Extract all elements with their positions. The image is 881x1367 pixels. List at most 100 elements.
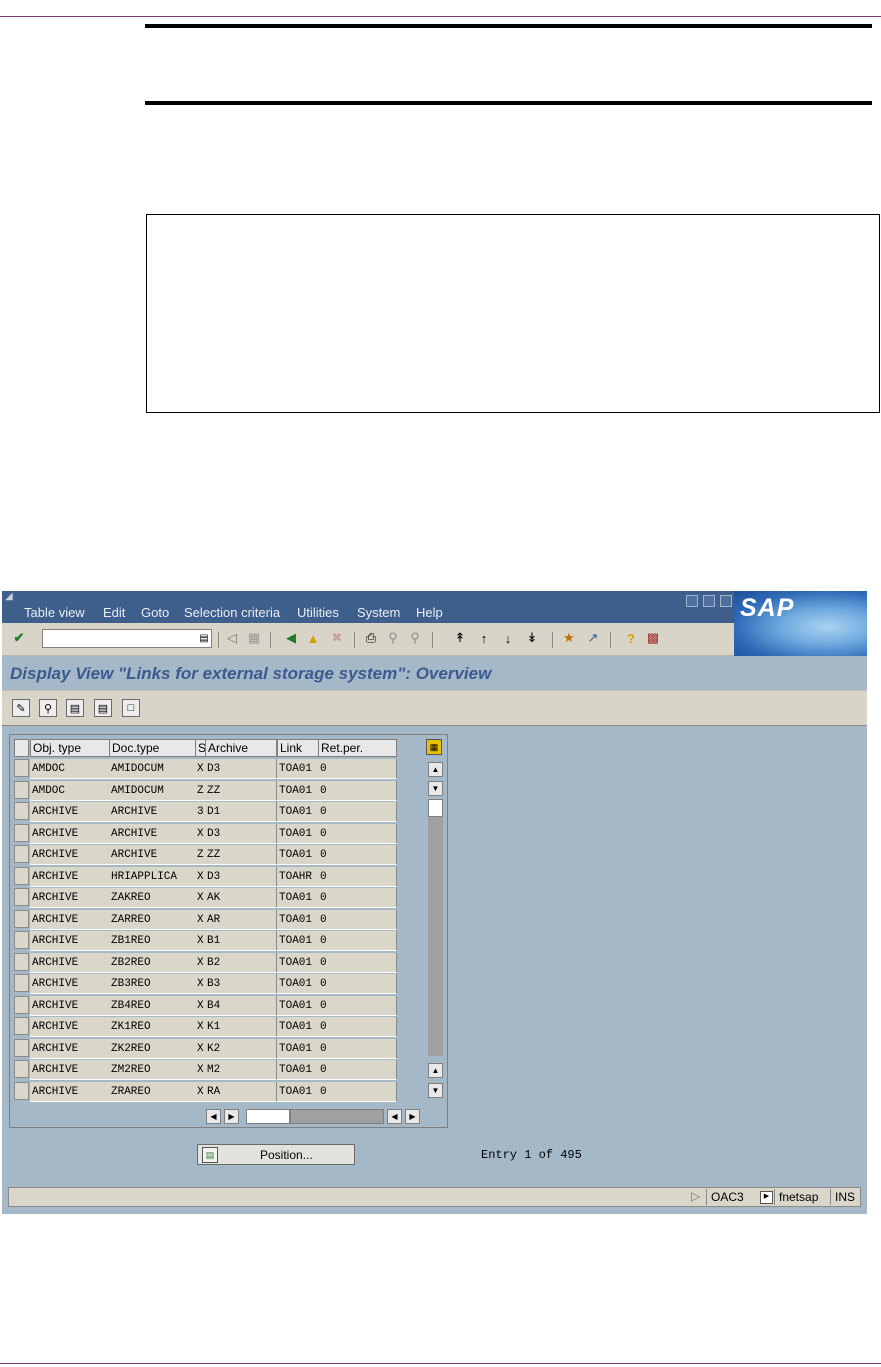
cell-doc-type[interactable]: ARCHIVE xyxy=(109,823,196,844)
display-change-icon[interactable]: ✎ xyxy=(12,699,30,717)
page-down-icon[interactable]: ▼ xyxy=(428,1083,443,1098)
cell-ret-per[interactable]: 0 xyxy=(318,780,397,801)
cell-doc-type[interactable]: ZK1REO xyxy=(109,1017,196,1037)
row-select-button[interactable] xyxy=(14,780,29,799)
cell-link[interactable]: TOA01 xyxy=(277,780,319,801)
h-scroll-track[interactable] xyxy=(290,1109,384,1124)
cell-ret-per[interactable]: 0 xyxy=(318,888,397,908)
scroll-thumb[interactable] xyxy=(428,799,443,817)
cell-doc-type[interactable]: HRIAPPLICA xyxy=(109,866,196,887)
scroll-right-icon[interactable]: ▶ xyxy=(405,1109,420,1124)
cell-obj-type[interactable]: ARCHIVE xyxy=(30,1060,110,1080)
cell-ret-per[interactable]: 0 xyxy=(318,909,397,930)
vertical-scrollbar[interactable]: ▲ ▼ ▲ ▼ xyxy=(428,759,443,1103)
row-select-button[interactable] xyxy=(14,802,29,820)
table-row[interactable]: ARCHIVE ZB2REO X B2 TOA01 0 xyxy=(10,952,410,973)
details-icon[interactable]: ⚲ xyxy=(39,699,57,717)
cell-ret-per[interactable]: 0 xyxy=(318,1017,397,1037)
cell-doc-type[interactable]: ARCHIVE xyxy=(109,802,196,822)
table-row[interactable]: ARCHIVE ARCHIVE 3 D1 TOA01 0 xyxy=(10,802,410,822)
cancel-icon[interactable]: ✖ xyxy=(328,629,346,647)
cell-ret-per[interactable]: 0 xyxy=(318,931,397,951)
cell-link[interactable]: TOA01 xyxy=(277,1038,319,1059)
select-all-icon[interactable]: ▤ xyxy=(66,699,84,717)
menu-utilities[interactable]: Utilities xyxy=(297,605,339,620)
cell-ret-per[interactable]: 0 xyxy=(318,823,397,844)
cell-obj-type[interactable]: ARCHIVE xyxy=(30,931,110,951)
row-select-button[interactable] xyxy=(14,823,29,842)
cell-doc-type[interactable]: ZK2REO xyxy=(109,1038,196,1059)
cell-doc-type[interactable]: ZM2REO xyxy=(109,1060,196,1080)
row-select-button[interactable] xyxy=(14,974,29,992)
cell-doc-type[interactable]: ZRAREO xyxy=(109,1081,196,1102)
menu-system[interactable]: System xyxy=(357,605,400,620)
cell-doc-type[interactable]: ZARREO xyxy=(109,909,196,930)
cell-doc-type[interactable]: ZB2REO xyxy=(109,952,196,973)
enter-icon[interactable]: ✔ xyxy=(10,629,28,647)
system-menu-icon[interactable]: ◢ xyxy=(5,591,13,602)
scroll-down-icon[interactable]: ▼ xyxy=(428,781,443,796)
position-button[interactable]: ▤ Position... xyxy=(197,1144,355,1165)
cell-link[interactable]: TOA01 xyxy=(277,995,319,1016)
cell-archive[interactable]: K2 xyxy=(205,1038,277,1059)
table-row[interactable]: ARCHIVE HRIAPPLICA X D3 TOAHR 0 xyxy=(10,866,410,887)
command-history-icon[interactable]: ▤ xyxy=(195,629,213,647)
cell-archive[interactable]: AR xyxy=(205,909,277,930)
page-up-icon[interactable]: ▲ xyxy=(428,1063,443,1078)
cell-obj-type[interactable]: ARCHIVE xyxy=(30,823,110,844)
column-header-doc-type[interactable]: Doc.type xyxy=(109,739,196,757)
row-select-button[interactable] xyxy=(14,952,29,971)
cell-link[interactable]: TOA01 xyxy=(277,823,319,844)
new-session-icon[interactable]: ★ xyxy=(560,629,578,647)
horizontal-scrollbar-fixed[interactable]: ◀ ▶ xyxy=(206,1109,242,1124)
minimize-button[interactable] xyxy=(686,595,698,607)
cell-doc-type[interactable]: AMIDOCUM xyxy=(109,759,196,779)
cell-obj-type[interactable]: ARCHIVE xyxy=(30,909,110,930)
restore-button[interactable] xyxy=(703,595,715,607)
horizontal-scrollbar-buttons[interactable]: ◀ ▶ xyxy=(387,1109,423,1124)
back-arrow-icon[interactable]: ◁ xyxy=(223,629,241,647)
cell-link[interactable]: TOA01 xyxy=(277,845,319,865)
table-row[interactable]: ARCHIVE ZRAREO X RA TOA01 0 xyxy=(10,1081,410,1102)
cell-link[interactable]: TOA01 xyxy=(277,909,319,930)
cell-archive[interactable]: ZZ xyxy=(205,780,277,801)
find-next-icon[interactable]: ⚲ xyxy=(406,629,424,647)
cell-obj-type[interactable]: ARCHIVE xyxy=(30,1017,110,1037)
cell-archive[interactable]: ZZ xyxy=(205,845,277,865)
cell-ret-per[interactable]: 0 xyxy=(318,1081,397,1102)
shortcut-icon[interactable]: ↗ xyxy=(584,629,602,647)
row-select-button[interactable] xyxy=(14,995,29,1014)
cell-obj-type[interactable]: ARCHIVE xyxy=(30,1038,110,1059)
cell-archive[interactable]: B2 xyxy=(205,952,277,973)
table-row[interactable]: AMDOC AMIDOCUM X D3 TOA01 0 xyxy=(10,759,410,779)
cell-link[interactable]: TOA01 xyxy=(277,1017,319,1037)
last-page-icon[interactable]: ↡ xyxy=(523,629,541,647)
menu-edit[interactable]: Edit xyxy=(103,605,125,620)
cell-archive[interactable]: K1 xyxy=(205,1017,277,1037)
table-row[interactable]: ARCHIVE ARCHIVE Z ZZ TOA01 0 xyxy=(10,845,410,865)
find-icon[interactable]: ⚲ xyxy=(384,629,402,647)
row-select-button[interactable] xyxy=(14,759,29,777)
table-row[interactable]: ARCHIVE ZB4REO X B4 TOA01 0 xyxy=(10,995,410,1016)
menu-goto[interactable]: Goto xyxy=(141,605,169,620)
cell-obj-type[interactable]: AMDOC xyxy=(30,780,110,801)
cell-ret-per[interactable]: 0 xyxy=(318,995,397,1016)
cell-link[interactable]: TOA01 xyxy=(277,802,319,822)
cell-ret-per[interactable]: 0 xyxy=(318,802,397,822)
previous-page-icon[interactable]: ↑ xyxy=(475,629,493,647)
cell-obj-type[interactable]: ARCHIVE xyxy=(30,845,110,865)
cell-archive[interactable]: D3 xyxy=(205,866,277,887)
row-select-button[interactable] xyxy=(14,866,29,885)
cell-link[interactable]: TOA01 xyxy=(277,888,319,908)
column-header-obj-type[interactable]: Obj. type xyxy=(30,739,110,757)
table-row[interactable]: ARCHIVE ARCHIVE X D3 TOA01 0 xyxy=(10,823,410,844)
command-field[interactable] xyxy=(42,629,212,648)
cell-doc-type[interactable]: ARCHIVE xyxy=(109,845,196,865)
horizontal-scrollbar[interactable] xyxy=(246,1109,384,1124)
cell-ret-per[interactable]: 0 xyxy=(318,1038,397,1059)
cell-archive[interactable]: B4 xyxy=(205,995,277,1016)
column-header-ret-per[interactable]: Ret.per. xyxy=(318,739,397,757)
help-icon[interactable]: ? xyxy=(622,629,640,647)
cell-archive[interactable]: D1 xyxy=(205,802,277,822)
cell-obj-type[interactable]: ARCHIVE xyxy=(30,952,110,973)
